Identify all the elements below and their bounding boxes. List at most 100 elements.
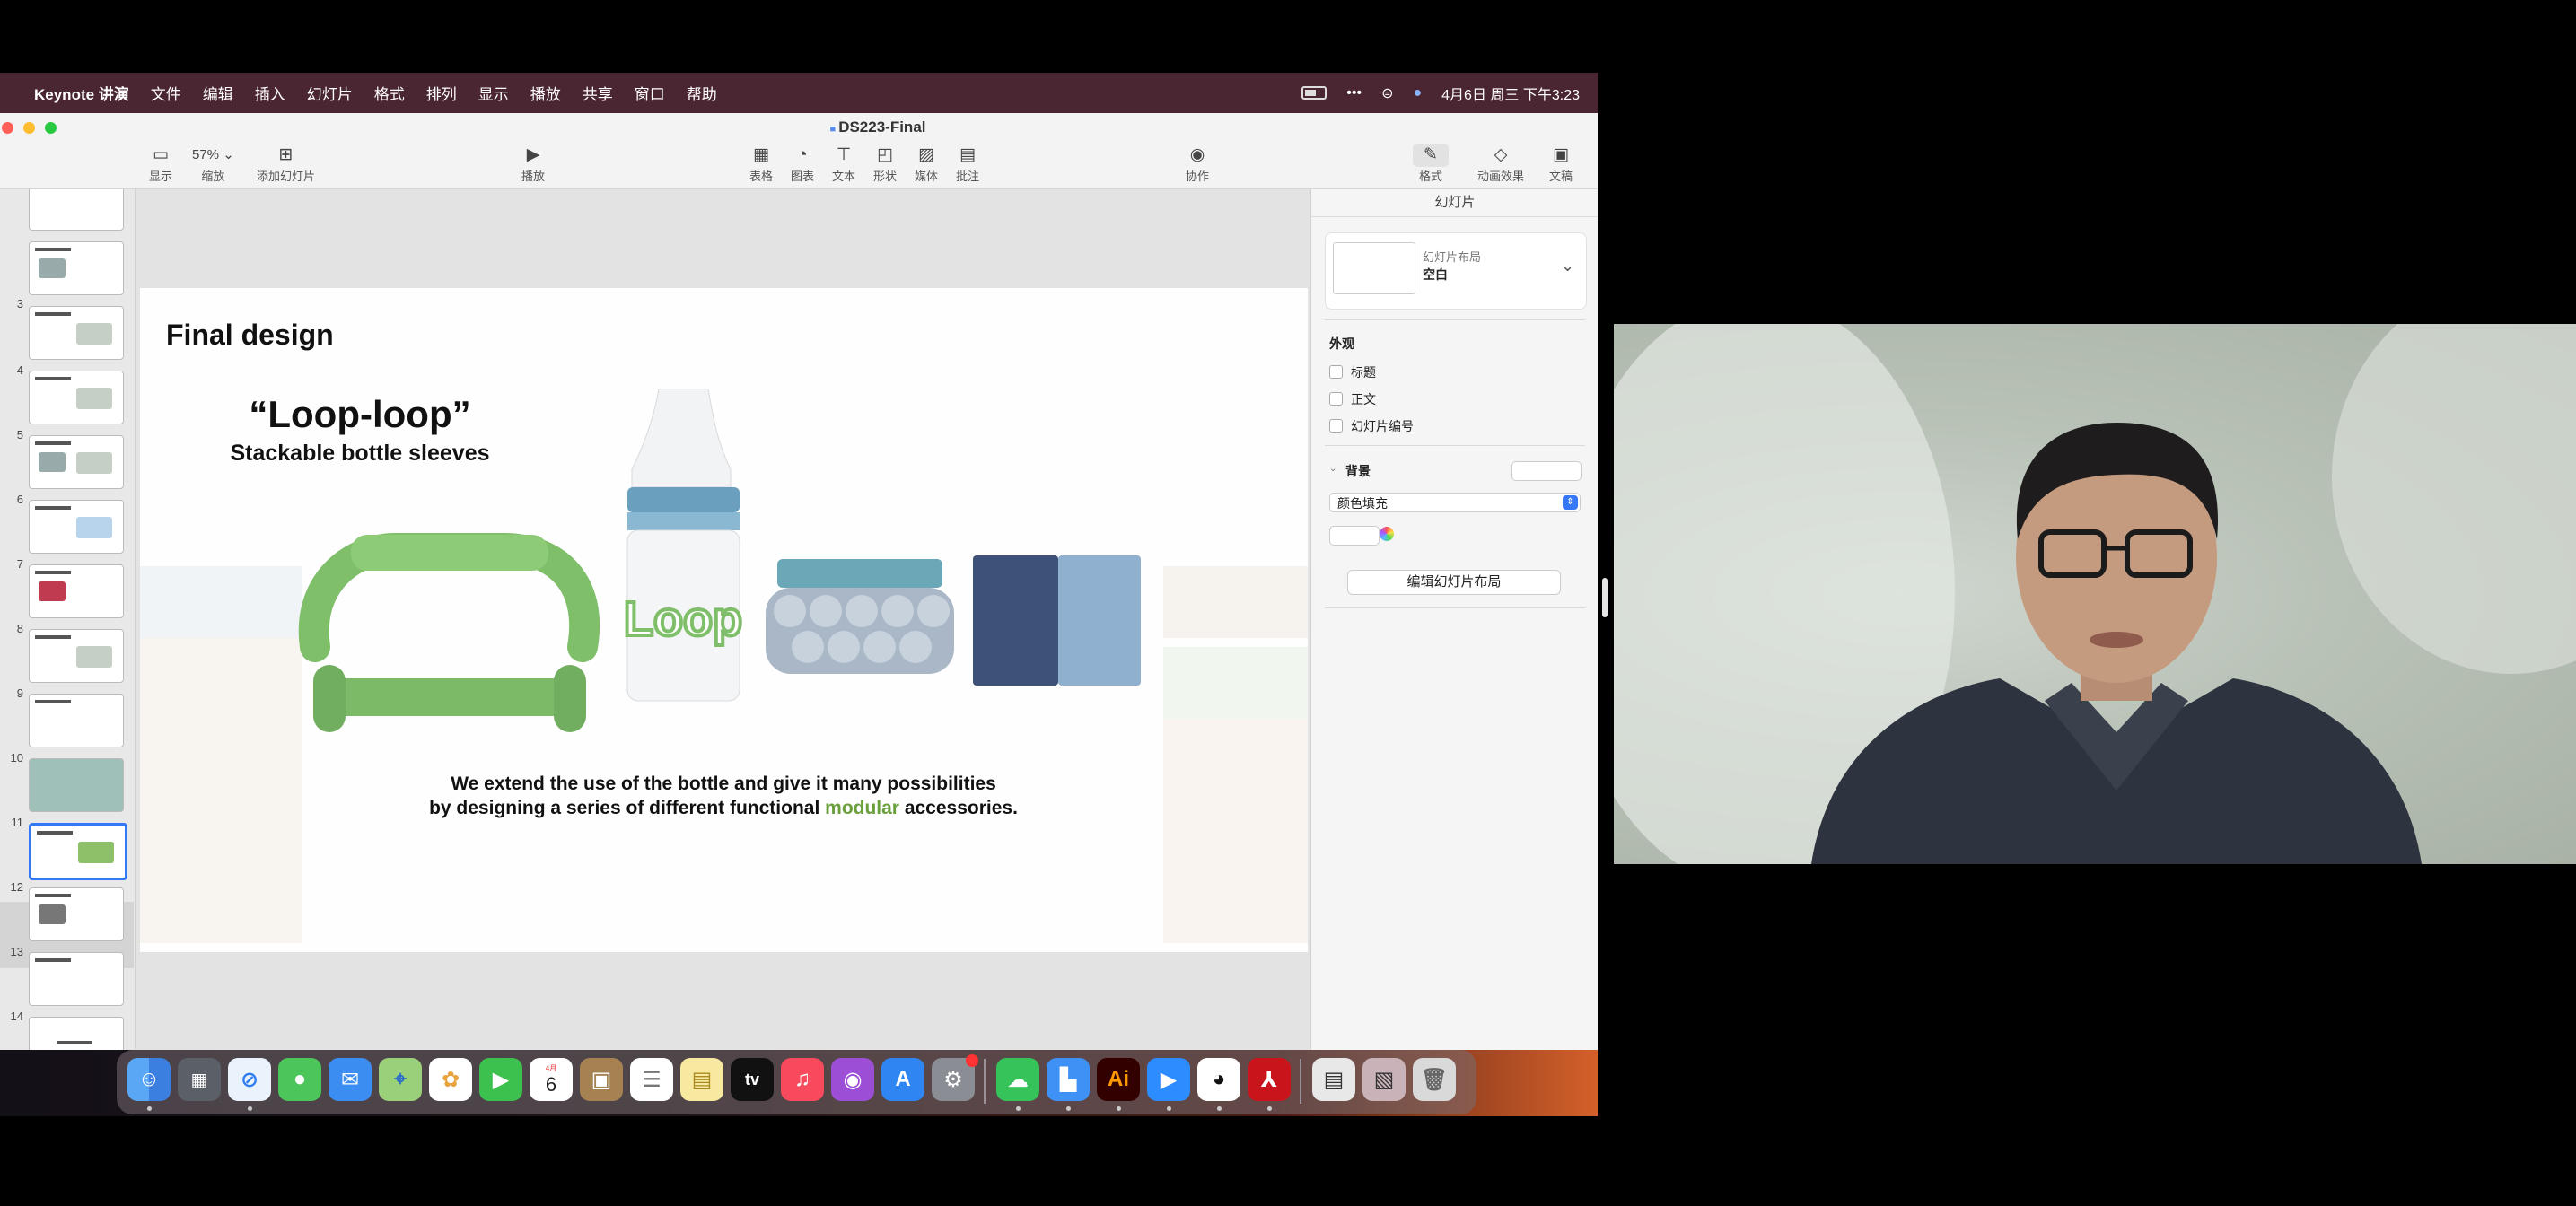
slide-thumb-10[interactable] — [29, 629, 124, 683]
menu-help[interactable]: 帮助 — [687, 82, 717, 104]
reminders-icon[interactable]: ☰ — [630, 1058, 673, 1101]
animate-button[interactable]: ◇ 动画效果 — [1477, 144, 1524, 184]
disclosure-icon[interactable]: ⌄ — [1329, 464, 1336, 474]
play-button[interactable]: ▶ 播放 — [521, 144, 545, 184]
edit-slide-layout-button[interactable]: 编辑幻灯片布局 — [1347, 570, 1561, 595]
keynote-icon[interactable]: ▙ — [1047, 1058, 1090, 1101]
body-checkbox[interactable] — [1329, 392, 1343, 406]
background-header: 背景 — [1345, 464, 1371, 478]
apple-tv-icon[interactable]: tv — [731, 1058, 774, 1101]
siri-icon[interactable]: ● — [1413, 85, 1422, 101]
color-well[interactable] — [1329, 526, 1380, 546]
slide-thumb-6[interactable] — [29, 371, 124, 424]
menu-format[interactable]: 格式 — [374, 82, 405, 104]
zoom-button[interactable]: 57% ⌄ 缩放 — [192, 144, 234, 184]
slide-thumb-15[interactable] — [29, 952, 124, 1006]
slide-thumb-8[interactable] — [29, 500, 124, 554]
photos-icon[interactable]: ✿ — [429, 1058, 472, 1101]
running-indicator — [1117, 1106, 1121, 1111]
slide-thumb-7[interactable] — [29, 435, 124, 489]
calendar-icon[interactable]: 4月 6 — [530, 1058, 573, 1101]
slide-layout-picker[interactable]: 幻灯片布局 空白 ⌄ — [1325, 232, 1587, 310]
slide-thumb-3[interactable] — [29, 189, 124, 231]
menu-app-name[interactable]: Keynote 讲演 — [34, 82, 129, 104]
app-store-icon[interactable]: A — [881, 1058, 924, 1101]
slide-thumb-9[interactable] — [29, 564, 124, 618]
acrobat-icon[interactable]: ⅄ — [1248, 1058, 1291, 1101]
menu-play[interactable]: 播放 — [530, 82, 561, 104]
fabric-sleeve-image[interactable] — [973, 555, 1143, 690]
menu-edit[interactable]: 编辑 — [203, 82, 233, 104]
menu-insert[interactable]: 插入 — [255, 82, 285, 104]
qq-icon[interactable]: ◕ — [1197, 1058, 1240, 1101]
safari-icon[interactable]: ⊘ — [228, 1058, 271, 1101]
chevron-down-icon[interactable]: ⌄ — [1561, 257, 1574, 275]
facetime-icon[interactable]: ▶ — [479, 1058, 522, 1101]
slide-thumb-14[interactable] — [29, 887, 124, 941]
title-checkbox[interactable] — [1329, 365, 1343, 379]
menu-arrange[interactable]: 排列 — [426, 82, 457, 104]
add-slide-button[interactable]: ⊞ 添加幻灯片 — [257, 144, 315, 184]
podcasts-icon[interactable]: ◉ — [831, 1058, 874, 1101]
documents-stack-icon[interactable]: ▧ — [1362, 1058, 1406, 1101]
format-button[interactable]: ✎ 格式 — [1413, 144, 1449, 184]
slide-thumb-11[interactable] — [29, 694, 124, 747]
bead-sleeve-image[interactable] — [761, 559, 959, 685]
menu-file[interactable]: 文件 — [151, 82, 181, 104]
running-indicator — [1217, 1106, 1222, 1111]
trash-icon[interactable]: 🗑 — [1413, 1058, 1456, 1101]
slide-thumb-4[interactable] — [29, 241, 124, 295]
contacts-icon[interactable]: ▣ — [580, 1058, 623, 1101]
slide-thumb-16[interactable] — [29, 1017, 124, 1050]
layout-label: 幻灯片布局 — [1423, 250, 1482, 264]
slide-number-checkbox[interactable] — [1329, 419, 1343, 433]
music-icon[interactable]: ♫ — [781, 1058, 824, 1101]
document-button[interactable]: ▣ 文稿 — [1549, 144, 1573, 184]
control-center-icon[interactable]: ⊜ — [1381, 84, 1393, 102]
comment-button[interactable]: ▤ 批注 — [956, 144, 979, 184]
split-view-handle[interactable] — [1602, 578, 1608, 617]
slide-caption[interactable]: We extend the use of the bottle and give… — [337, 772, 1109, 820]
bottle-logo: Loop — [624, 592, 742, 646]
table-button[interactable]: ▦ 表格 — [749, 144, 773, 184]
slide-number: 11 — [11, 816, 24, 829]
view-button[interactable]: ▭ 显示 — [149, 144, 172, 184]
slide-thumb-12[interactable] — [29, 758, 124, 812]
notes-icon[interactable]: ▤ — [680, 1058, 723, 1101]
slide-thumb-13[interactable] — [29, 823, 127, 880]
shape-button[interactable]: ◰ 形状 — [873, 144, 897, 184]
media-button[interactable]: ▨ 媒体 — [915, 144, 938, 184]
messages-icon[interactable]: ● — [278, 1058, 321, 1101]
sidebar-icon: ▭ — [153, 145, 169, 164]
battery-icon[interactable] — [1301, 86, 1327, 100]
collaborate-button[interactable]: ◉ 协作 — [1186, 144, 1209, 184]
zoom-icon[interactable]: ▶ — [1147, 1058, 1190, 1101]
more-icon[interactable]: ••• — [1346, 85, 1362, 101]
menu-window[interactable]: 窗口 — [635, 82, 665, 104]
handle-sleeve-image[interactable] — [297, 530, 602, 746]
finder-icon[interactable]: ☺ — [127, 1058, 171, 1101]
launchpad-icon[interactable]: ▦ — [178, 1058, 221, 1101]
illustrator-icon[interactable]: Ai — [1097, 1058, 1140, 1101]
slide-thumb-5[interactable] — [29, 306, 124, 360]
product-name[interactable]: “Loop-loop” — [225, 393, 495, 436]
mail-icon[interactable]: ✉ — [329, 1058, 372, 1101]
fill-type-select[interactable]: 颜色填充 ⇕ — [1329, 493, 1581, 512]
text-button[interactable]: ⊤ 文本 — [832, 144, 855, 184]
menu-share[interactable]: 共享 — [583, 82, 613, 104]
wechat-icon[interactable]: ☁ — [996, 1058, 1039, 1101]
menu-datetime[interactable]: 4月6日 周三 下午3:23 — [1441, 83, 1580, 104]
maps-icon[interactable]: ⌖ — [379, 1058, 422, 1101]
color-wheel-icon[interactable] — [1380, 527, 1394, 541]
background-preview-well[interactable] — [1511, 461, 1582, 481]
menu-view[interactable]: 显示 — [478, 82, 509, 104]
slide-title[interactable]: Final design — [166, 319, 334, 352]
notification-badge — [966, 1054, 978, 1067]
slide[interactable]: Final design “Loop-loop” Stackable bottl… — [140, 288, 1308, 952]
inspector-tab-slide[interactable]: 幻灯片 — [1311, 189, 1598, 217]
product-tagline[interactable]: Stackable bottle sleeves — [185, 441, 535, 467]
bottle-image[interactable]: Loop — [605, 389, 762, 712]
chart-button[interactable]: ◔ 图表 — [791, 144, 814, 184]
downloads-stack-icon[interactable]: ▤ — [1312, 1058, 1355, 1101]
menu-slide[interactable]: 幻灯片 — [307, 82, 353, 104]
